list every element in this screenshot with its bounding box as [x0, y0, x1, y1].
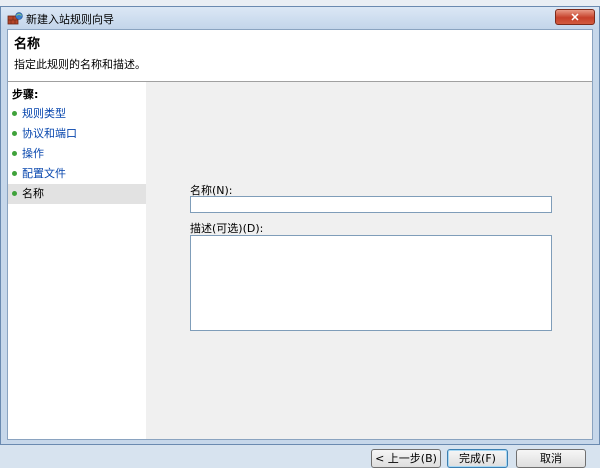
- wizard-client-area: 名称 指定此规则的名称和描述。 步骤: 规则类型 协议和端口 操作 配置文件 名…: [7, 29, 593, 468]
- title-bar[interactable]: 新建入站规则向导 ✕: [1, 7, 599, 29]
- steps-sidebar: 步骤: 规则类型 协议和端口 操作 配置文件 名称: [8, 82, 146, 439]
- wizard-window: 新建入站规则向导 ✕ 名称 指定此规则的名称和描述。 步骤: 规则类型 协议和端…: [0, 6, 600, 468]
- step-protocol-ports[interactable]: 协议和端口: [8, 124, 146, 144]
- step-profile[interactable]: 配置文件: [8, 164, 146, 184]
- step-bullet-icon: [12, 171, 17, 176]
- back-button[interactable]: < 上一步(B): [371, 449, 441, 468]
- step-name[interactable]: 名称: [8, 184, 146, 204]
- page-description: 指定此规则的名称和描述。: [14, 58, 146, 71]
- step-rule-type[interactable]: 规则类型: [8, 104, 146, 124]
- name-input[interactable]: [190, 196, 552, 213]
- close-button[interactable]: ✕: [555, 9, 595, 25]
- step-label: 名称: [22, 187, 44, 200]
- window-title: 新建入站规则向导: [26, 13, 114, 26]
- finish-button[interactable]: 完成(F): [447, 449, 508, 468]
- page-title: 名称: [14, 37, 41, 52]
- firewall-icon: [7, 11, 23, 25]
- steps-heading: 步骤:: [12, 88, 39, 101]
- step-bullet-icon: [12, 131, 17, 136]
- wizard-content: 名称(N): 描述(可选)(D): < 上一步(B) 完成(F) 取消: [146, 82, 592, 468]
- close-icon: ✕: [570, 12, 580, 24]
- step-action[interactable]: 操作: [8, 144, 146, 164]
- step-label: 操作: [22, 147, 44, 160]
- wizard-header: 名称 指定此规则的名称和描述。: [8, 30, 592, 82]
- step-label: 规则类型: [22, 107, 66, 120]
- step-label: 配置文件: [22, 167, 66, 180]
- step-bullet-icon: [12, 111, 17, 116]
- step-bullet-icon: [12, 191, 17, 196]
- description-label: 描述(可选)(D):: [190, 222, 264, 235]
- step-bullet-icon: [12, 151, 17, 156]
- steps-list: 规则类型 协议和端口 操作 配置文件 名称: [8, 104, 146, 204]
- step-label: 协议和端口: [22, 127, 77, 140]
- cancel-button[interactable]: 取消: [516, 449, 586, 468]
- description-input[interactable]: [190, 235, 552, 331]
